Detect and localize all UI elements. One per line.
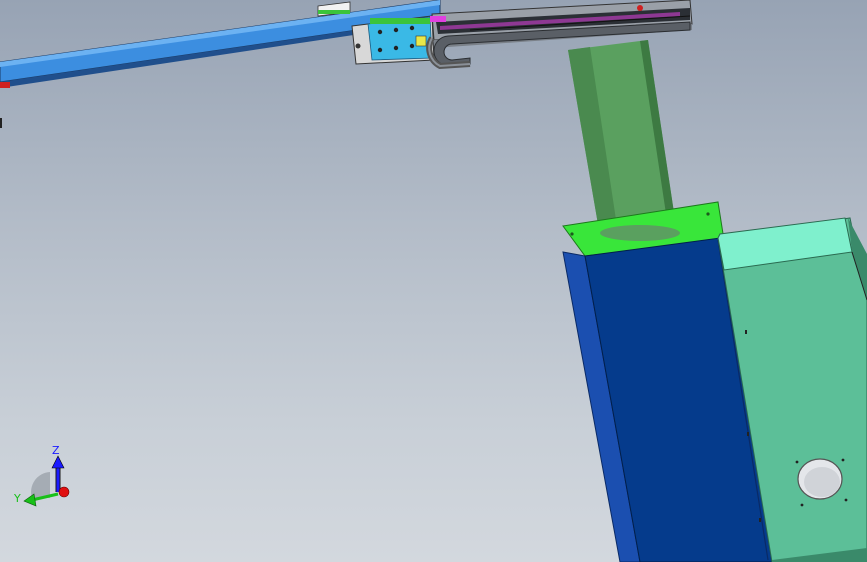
x-axis-dot — [58, 486, 70, 498]
y-axis-label: Y — [13, 492, 21, 505]
cable-chain[interactable] — [426, 0, 693, 70]
model-scene[interactable] — [0, 0, 867, 562]
lift-cylinder[interactable] — [568, 40, 676, 238]
cad-viewport[interactable]: Z Y — [0, 0, 867, 562]
orientation-triad[interactable]: Z Y — [12, 440, 82, 515]
z-axis-label: Z — [52, 444, 60, 457]
y-axis-arrow — [23, 493, 37, 507]
z-axis-arrow — [51, 455, 65, 469]
beam-carriage — [317, 1, 351, 17]
